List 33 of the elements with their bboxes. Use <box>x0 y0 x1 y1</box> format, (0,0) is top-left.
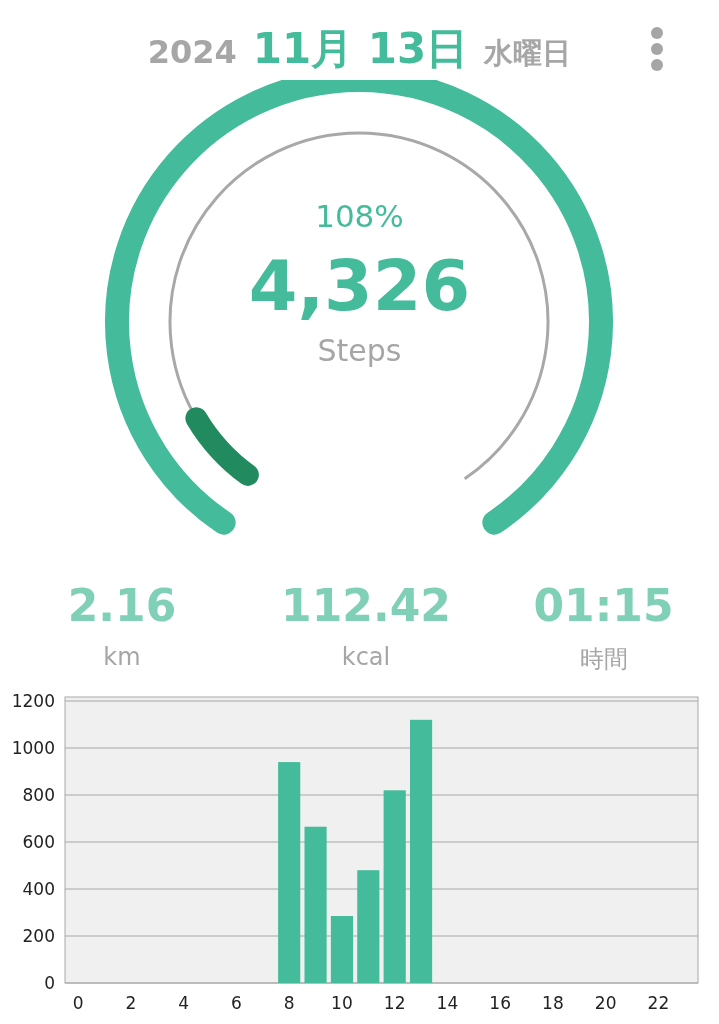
y-axis-label: 0 <box>44 973 55 993</box>
weekday-label: 水曜日 <box>484 35 572 72</box>
stat-value: 01:15 <box>533 580 674 631</box>
x-axis-label: 6 <box>231 993 242 1013</box>
y-axis-label: 200 <box>22 926 55 946</box>
step-count: 4,326 <box>248 248 471 325</box>
stat-value: 2.16 <box>67 580 177 631</box>
date-label: 11月 13日 <box>252 23 469 75</box>
x-axis-label: 22 <box>647 993 670 1013</box>
y-axis-label: 600 <box>22 832 55 852</box>
y-axis-label: 800 <box>22 785 55 805</box>
bar <box>330 916 353 983</box>
stat-unit: kcal <box>341 643 391 671</box>
y-axis-label: 1000 <box>11 738 55 758</box>
goal-percent: 108% <box>315 198 404 234</box>
x-axis-label: 14 <box>436 993 459 1013</box>
x-axis-label: 4 <box>178 993 190 1013</box>
x-axis-label: 18 <box>542 993 564 1013</box>
x-axis-label: 2 <box>125 993 137 1013</box>
y-axis-label: 400 <box>22 879 55 899</box>
stat-value: 112.42 <box>281 580 451 631</box>
steps-unit: Steps <box>317 333 402 368</box>
year-label: 2024 <box>147 33 237 71</box>
stat-unit: 時間 <box>579 644 628 675</box>
x-axis-label: 8 <box>283 993 295 1013</box>
y-axis-label: 1200 <box>11 691 55 711</box>
x-axis-label: 0 <box>72 993 84 1013</box>
more-vertical-icon <box>651 27 663 71</box>
x-axis-label: 10 <box>331 993 353 1013</box>
x-axis-label: 20 <box>594 993 617 1013</box>
x-axis-label: 12 <box>383 993 406 1013</box>
stat-unit: km <box>103 643 141 671</box>
x-axis-label: 16 <box>489 993 511 1013</box>
